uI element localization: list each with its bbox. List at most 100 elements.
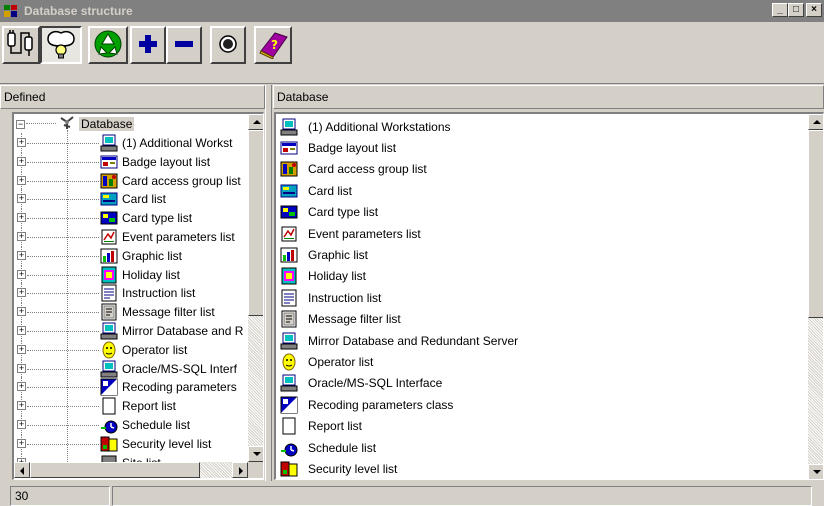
tree-vertical-scrollbar[interactable]: [248, 114, 263, 462]
list-item[interactable]: Event parameters list: [280, 223, 421, 244]
expand-toggle[interactable]: +: [17, 175, 26, 185]
tree-item[interactable]: + Graphic list: [14, 245, 182, 266]
expand-toggle[interactable]: +: [17, 307, 26, 317]
list-scroll-thumb[interactable]: [808, 130, 823, 318]
title-bar[interactable]: Database structure _ □ ×: [0, 0, 824, 22]
expand-toggle[interactable]: +: [17, 194, 26, 204]
list-item[interactable]: Operator list: [280, 351, 373, 372]
database-list-view[interactable]: (1) Additional Workstations Badge layout …: [274, 112, 824, 480]
expand-toggle[interactable]: +: [17, 401, 26, 411]
tree-scroll-up-button[interactable]: [248, 114, 263, 130]
list-item[interactable]: Message filter list: [280, 309, 401, 330]
list-item[interactable]: Graphic list: [280, 244, 368, 265]
message-filter-icon: [280, 310, 298, 328]
remove-button[interactable]: [166, 26, 202, 64]
tree-item[interactable]: + Report list: [14, 396, 176, 417]
tree-item-label: Card type list: [122, 211, 193, 226]
tree-item[interactable]: + Security level list: [14, 433, 211, 454]
list-item[interactable]: Oracle/MS-SQL Interface: [280, 373, 442, 394]
card-type-icon: [280, 203, 298, 221]
expand-toggle[interactable]: +: [17, 232, 26, 241]
list-item[interactable]: Card type list: [280, 202, 378, 223]
list-item-label: Holiday list: [308, 269, 367, 284]
list-scroll-down-button[interactable]: [808, 464, 823, 479]
oracle-icon: [280, 374, 298, 392]
list-item[interactable]: Holiday list: [280, 266, 366, 287]
tree-scroll-left-button[interactable]: [14, 462, 30, 478]
database-column-header[interactable]: Database: [273, 85, 824, 109]
list-item[interactable]: Card access group list: [280, 159, 427, 180]
list-item[interactable]: Security level list: [280, 458, 397, 479]
expand-toggle[interactable]: +: [17, 382, 26, 392]
tree-item[interactable]: + Card type list: [14, 208, 193, 229]
collapse-toggle[interactable]: −: [16, 119, 25, 129]
tree-root-label: Database: [79, 117, 135, 131]
list-item[interactable]: Schedule list: [280, 437, 376, 458]
minimize-button[interactable]: _: [772, 3, 788, 17]
tree-item[interactable]: + Recoding parameters: [14, 377, 237, 398]
tree-item[interactable]: + (1) Additional Workst: [14, 133, 233, 153]
tree-item[interactable]: + Mirror Database and R: [14, 321, 243, 341]
panel-splitter[interactable]: [265, 85, 272, 481]
list-item-label: Security level list: [308, 461, 398, 476]
expand-toggle[interactable]: +: [17, 269, 26, 279]
refresh-button[interactable]: [88, 26, 128, 64]
tree-item[interactable]: + Operator list: [14, 339, 187, 360]
plus-icon: [137, 33, 159, 58]
tree-item-label: Recoding parameters: [122, 380, 237, 395]
list-item[interactable]: Mirror Database and Redundant Server: [280, 330, 518, 351]
tree-item-label: Holiday list: [122, 267, 181, 282]
expand-toggle[interactable]: +: [17, 344, 26, 354]
list-item-label: Badge layout list: [308, 140, 397, 155]
list-item-label: Mirror Database and Redundant Server: [308, 333, 519, 348]
expand-toggle[interactable]: +: [17, 250, 26, 260]
tree-item[interactable]: + Schedule list: [14, 415, 190, 435]
list-item[interactable]: Instruction list: [280, 287, 381, 308]
expand-toggle[interactable]: +: [17, 438, 26, 448]
list-scroll-up-button[interactable]: [808, 114, 823, 130]
tree-item[interactable]: + Badge layout list: [14, 151, 210, 172]
list-item-label: Recoding parameters class: [308, 397, 454, 412]
tree-item[interactable]: + Card access group list: [14, 170, 241, 191]
list-item[interactable]: (1) Additional Workstations: [280, 116, 451, 137]
list-item-label: Graphic list: [308, 247, 369, 262]
tree-scroll-right-button[interactable]: [232, 462, 248, 478]
expand-toggle[interactable]: +: [17, 420, 26, 429]
expand-toggle[interactable]: +: [17, 326, 26, 335]
connect-button[interactable]: [2, 26, 40, 64]
expand-toggle[interactable]: +: [17, 138, 26, 147]
expand-toggle[interactable]: +: [17, 213, 26, 223]
close-button[interactable]: ×: [806, 3, 822, 17]
defined-tree-view[interactable]: − Database + (1) Additional Workst + Badge …: [12, 112, 264, 480]
list-item[interactable]: Report list: [280, 416, 362, 437]
list-item[interactable]: Badge layout list: [280, 137, 396, 158]
list-vertical-scrollbar[interactable]: [808, 114, 823, 479]
record-button[interactable]: [210, 26, 246, 64]
tree-item[interactable]: + Card list: [14, 189, 166, 210]
maximize-button[interactable]: □: [788, 3, 804, 17]
instruction-icon: [280, 289, 298, 307]
expand-toggle[interactable]: +: [17, 156, 26, 166]
tree-scroll-down-button[interactable]: [248, 446, 263, 462]
expand-toggle[interactable]: +: [17, 363, 26, 373]
list-item[interactable]: Recoding parameters class: [280, 394, 453, 415]
tree-item[interactable]: + Message filter list: [14, 302, 215, 323]
tree-hscroll-thumb[interactable]: [30, 462, 200, 478]
lightbulb-button[interactable]: [40, 26, 82, 64]
tree-root-row[interactable]: − Database: [16, 116, 135, 132]
card-type-icon: [100, 209, 118, 227]
help-button[interactable]: ?: [254, 26, 292, 64]
expand-toggle[interactable]: +: [17, 288, 26, 298]
add-button[interactable]: [130, 26, 166, 64]
tree-scroll-thumb[interactable]: [248, 130, 263, 316]
app-icon: [3, 3, 19, 19]
tree-item-label: Message filter list: [122, 305, 215, 320]
help-book-icon: ?: [257, 29, 289, 62]
list-item[interactable]: Card list: [280, 180, 352, 201]
tree-item[interactable]: + Oracle/MS-SQL Interf: [14, 358, 237, 379]
tree-item[interactable]: + Holiday list: [14, 264, 181, 285]
tree-horizontal-scrollbar[interactable]: [14, 462, 248, 478]
tree-item[interactable]: + Instruction list: [14, 283, 195, 304]
tree-item[interactable]: + Event parameters list: [14, 227, 235, 247]
defined-column-header[interactable]: Defined: [0, 85, 265, 109]
